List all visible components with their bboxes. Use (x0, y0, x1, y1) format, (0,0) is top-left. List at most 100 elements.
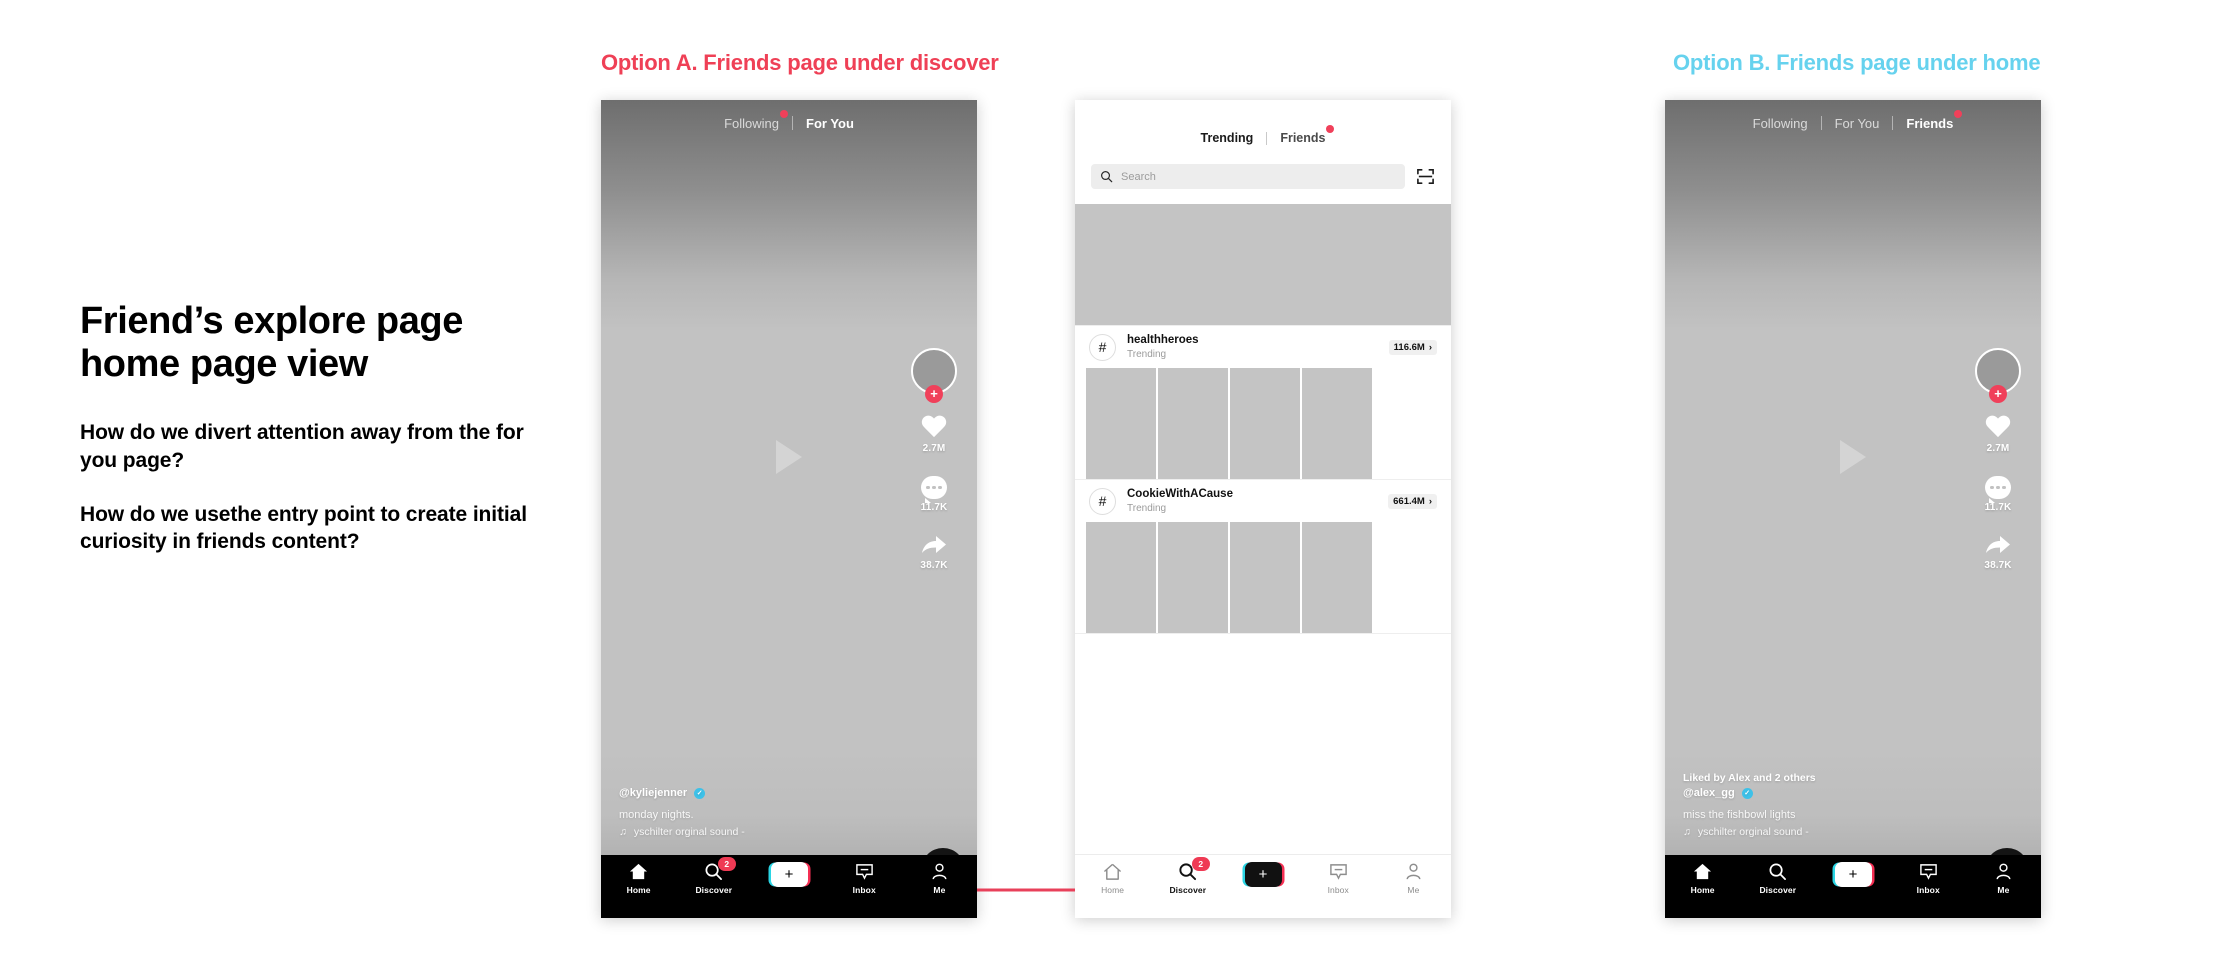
tab-inbox[interactable]: Inbox (827, 862, 902, 895)
thumbnail[interactable] (1086, 522, 1156, 633)
caption-sound-text: yschilter orginal sound - (633, 826, 745, 838)
tab-create[interactable]: + (1815, 862, 1890, 887)
table-row-partial[interactable] (1075, 633, 1451, 676)
create-icon[interactable]: + (1244, 862, 1282, 887)
discover-tab-bar: Trending Friends (1075, 100, 1451, 164)
hashtag-icon: # (1089, 487, 1116, 515)
avatar[interactable]: + (911, 348, 957, 403)
profile-icon (930, 862, 949, 881)
feed-tab-following[interactable]: Following (711, 109, 792, 131)
thumbnail[interactable] (1086, 368, 1156, 479)
heart-icon (1985, 416, 2011, 440)
discover-tab-label: Trending (1200, 131, 1254, 145)
action-rail: + 2.7M 11.7K 38.7K (1969, 348, 2027, 571)
row-count-badge[interactable]: 116.6M › (1388, 339, 1437, 355)
tab-home[interactable]: Home (1665, 862, 1740, 895)
discover-tab-trending[interactable]: Trending (1188, 131, 1267, 145)
feed-tab-label: For You (1834, 115, 1880, 131)
inbox-icon (855, 862, 874, 881)
caption-sound-row[interactable]: ♫ yschilter orginal sound - (1683, 826, 1816, 838)
feed-tab-friends[interactable]: Friends (1893, 109, 1966, 131)
thumbnail[interactable] (1158, 522, 1228, 633)
search-placeholder: Search (1121, 170, 1156, 183)
tab-home[interactable]: Home (1075, 862, 1150, 895)
tab-me[interactable]: Me (902, 862, 977, 895)
tab-label: Inbox (1327, 885, 1349, 895)
verified-badge-icon: ✓ (1741, 787, 1753, 799)
comment-count: 11.7K (1984, 502, 2012, 513)
caption-sound-row[interactable]: ♫ yschilter orginal sound - (619, 826, 745, 838)
feed-tab-label: Following (1752, 115, 1808, 131)
search-row: Search (1075, 164, 1451, 189)
tab-discover[interactable]: Discover (1740, 862, 1815, 895)
like-action[interactable]: 2.7M (1985, 416, 2011, 454)
discover-badge: 2 (1191, 857, 1210, 871)
home-icon (629, 862, 648, 881)
thumbnail[interactable] (1302, 368, 1372, 479)
feed-tab-label: Following (724, 115, 779, 131)
create-icon[interactable]: + (770, 862, 808, 887)
page-title: Friend’s explore page home page view (80, 300, 463, 385)
phone-mockup-option-a-feed: Following For You + 2.7M 11.7K 38.7K @ky… (601, 100, 977, 918)
caption-username-row[interactable]: @alex_gg ✓ (1683, 787, 1816, 799)
search-icon (1768, 862, 1787, 881)
share-action[interactable]: 38.7K (920, 535, 947, 571)
comment-action[interactable]: 11.7K (921, 476, 948, 513)
thumbnail[interactable] (1230, 522, 1300, 633)
tab-discover[interactable]: 2 Discover (1150, 857, 1225, 895)
row-count-badge[interactable]: 661.4M › (1388, 493, 1437, 509)
thumbnail-strip[interactable] (1075, 522, 1451, 633)
feed-tab-for-you[interactable]: For You (793, 116, 867, 131)
scan-icon[interactable] (1416, 167, 1435, 186)
tab-discover[interactable]: 2 Discover (676, 857, 751, 895)
comment-action[interactable]: 11.7K (1985, 476, 2012, 513)
tab-home[interactable]: Home (601, 862, 676, 895)
chevron-right-icon: › (1428, 495, 1432, 507)
tab-me[interactable]: Me (1376, 862, 1451, 895)
tab-inbox[interactable]: Inbox (1891, 862, 1966, 895)
search-input[interactable]: Search (1091, 164, 1405, 189)
action-rail: + 2.7M 11.7K 38.7K (905, 348, 963, 571)
discover-tab-friends[interactable]: Friends (1267, 125, 1338, 145)
thumbnail-strip[interactable] (1075, 368, 1451, 479)
follow-plus-icon[interactable]: + (925, 385, 943, 403)
tab-label: Home (1101, 885, 1125, 895)
bottom-tab-bar: Home 2 Discover + Inbox Me (601, 855, 977, 918)
table-row[interactable]: # CookieWithACause Trending 661.4M › (1075, 479, 1451, 522)
like-action[interactable]: 2.7M (921, 416, 947, 454)
caption-username-row[interactable]: @kyliejenner ✓ (619, 787, 745, 799)
follow-plus-icon[interactable]: + (1989, 385, 2007, 403)
share-arrow-icon (1986, 536, 2010, 553)
discover-content[interactable]: # healthheroes Trending 116.6M › # Cooki… (1075, 204, 1451, 862)
comment-icon (1984, 476, 2011, 503)
feed-tab-following[interactable]: Following (1740, 116, 1821, 131)
avatar[interactable]: + (1975, 348, 2021, 403)
option-a-title: Option A. Friends page under discover (601, 50, 999, 75)
tab-inbox[interactable]: Inbox (1301, 862, 1376, 895)
question-one: How do we divert attention away from the… (80, 421, 524, 472)
tab-create[interactable]: + (751, 862, 826, 887)
row-title: CookieWithACause (1127, 487, 1233, 500)
thumbnail[interactable] (1230, 368, 1300, 479)
music-note-icon: ♫ (1683, 826, 1691, 838)
play-icon (776, 440, 802, 474)
tab-create[interactable]: + (1225, 862, 1300, 887)
create-icon[interactable]: + (1834, 862, 1872, 887)
share-count: 38.7K (1984, 560, 2012, 571)
thumbnail[interactable] (1302, 522, 1372, 633)
tab-label: Me (933, 885, 946, 895)
caption-username: @kyliejenner (619, 787, 688, 799)
inbox-icon (1329, 862, 1348, 881)
video-caption: @kyliejenner ✓ monday nights. ♫ yschilte… (619, 787, 745, 838)
table-row[interactable]: # healthheroes Trending 116.6M › (1075, 325, 1451, 368)
chevron-right-icon: › (1428, 341, 1432, 353)
tab-label: Me (1407, 885, 1420, 895)
inbox-icon (1919, 862, 1938, 881)
caption-sound-text: yschilter orginal sound - (1697, 826, 1809, 838)
notification-dot-icon (1326, 125, 1335, 133)
tab-me[interactable]: Me (1966, 862, 2041, 895)
discover-tab-label: Friends (1280, 131, 1326, 145)
thumbnail[interactable] (1158, 368, 1228, 479)
share-action[interactable]: 38.7K (1984, 535, 2011, 571)
feed-tab-for-you[interactable]: For You (1822, 116, 1893, 131)
